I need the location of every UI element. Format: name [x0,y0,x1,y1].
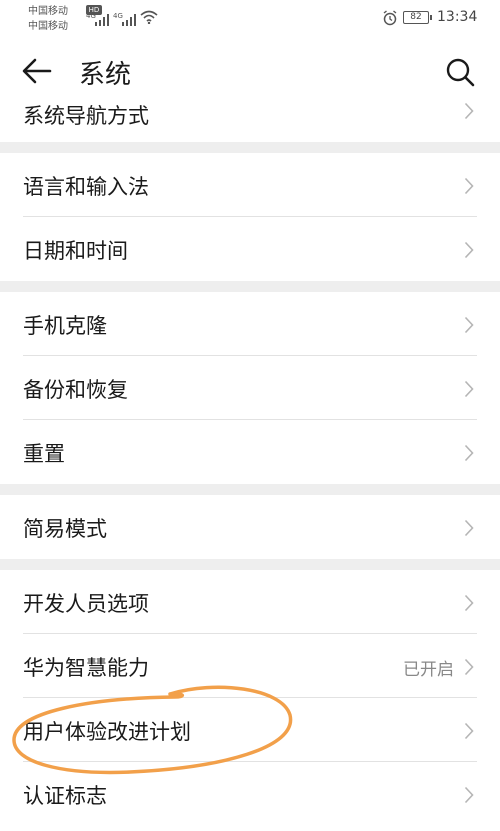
chevron-right-icon [464,380,474,398]
status-bar: 中国移动 中国移动 HD 4G 4G 82 13:34 [0,0,500,40]
setting-label: 认证标志 [23,784,107,808]
back-arrow-icon[interactable] [20,55,54,87]
status-time: 13:34 [437,9,478,25]
setting-status-value: 已开启 [403,660,454,680]
setting-certification[interactable]: 认证标志 [0,762,500,826]
setting-label: 开发人员选项 [23,592,149,616]
chevron-right-icon [464,786,474,804]
battery-icon: 82 [403,11,432,24]
signal-bars-icon [95,14,109,26]
section-gap [0,484,500,495]
signal-bars-icon [122,14,136,26]
battery-level: 82 [410,12,422,22]
chevron-right-icon [464,594,474,612]
setting-simple-mode[interactable]: 简易模式 [0,495,500,559]
carrier-2-label: 中国移动 [28,21,68,32]
chevron-right-icon [464,519,474,537]
alarm-icon [383,10,397,26]
setting-language-input[interactable]: 语言和输入法 [0,153,500,217]
chevron-right-icon [464,102,474,120]
chevron-right-icon [464,241,474,259]
chevron-right-icon [464,658,474,676]
setting-backup-restore[interactable]: 备份和恢复 [0,356,500,420]
setting-label: 华为智慧能力 [23,656,149,680]
page-title: 系统 [79,60,132,90]
chevron-right-icon [464,177,474,195]
setting-label: 重置 [23,442,65,466]
wifi-icon [140,10,158,24]
setting-nav-mode[interactable]: 系统导航方式 [0,96,500,142]
setting-user-experience[interactable]: 用户体验改进计划 [0,698,500,762]
setting-label: 系统导航方式 [23,104,149,128]
setting-reset[interactable]: 重置 [0,420,500,484]
setting-developer-options[interactable]: 开发人员选项 [0,570,500,634]
chevron-right-icon [464,722,474,740]
setting-label: 手机克隆 [23,314,107,338]
setting-date-time[interactable]: 日期和时间 [0,217,500,281]
carrier-1-label: 中国移动 [28,6,68,17]
section-gap [0,142,500,153]
search-icon[interactable] [444,56,476,88]
setting-phone-clone[interactable]: 手机克隆 [0,292,500,356]
setting-label: 用户体验改进计划 [23,720,191,744]
setting-huawei-ai[interactable]: 华为智慧能力 已开启 [0,634,500,698]
settings-list: 系统导航方式 语言和输入法 日期和时间 手机克隆 备份和恢复 重置 简易模式 开… [0,96,500,826]
setting-label: 备份和恢复 [23,378,128,402]
setting-label: 简易模式 [23,517,107,541]
section-gap [0,281,500,292]
setting-label: 日期和时间 [23,239,128,263]
setting-label: 语言和输入法 [23,175,149,199]
chevron-right-icon [464,316,474,334]
section-gap [0,559,500,570]
chevron-right-icon [464,444,474,462]
app-bar: 系统 [0,40,500,102]
